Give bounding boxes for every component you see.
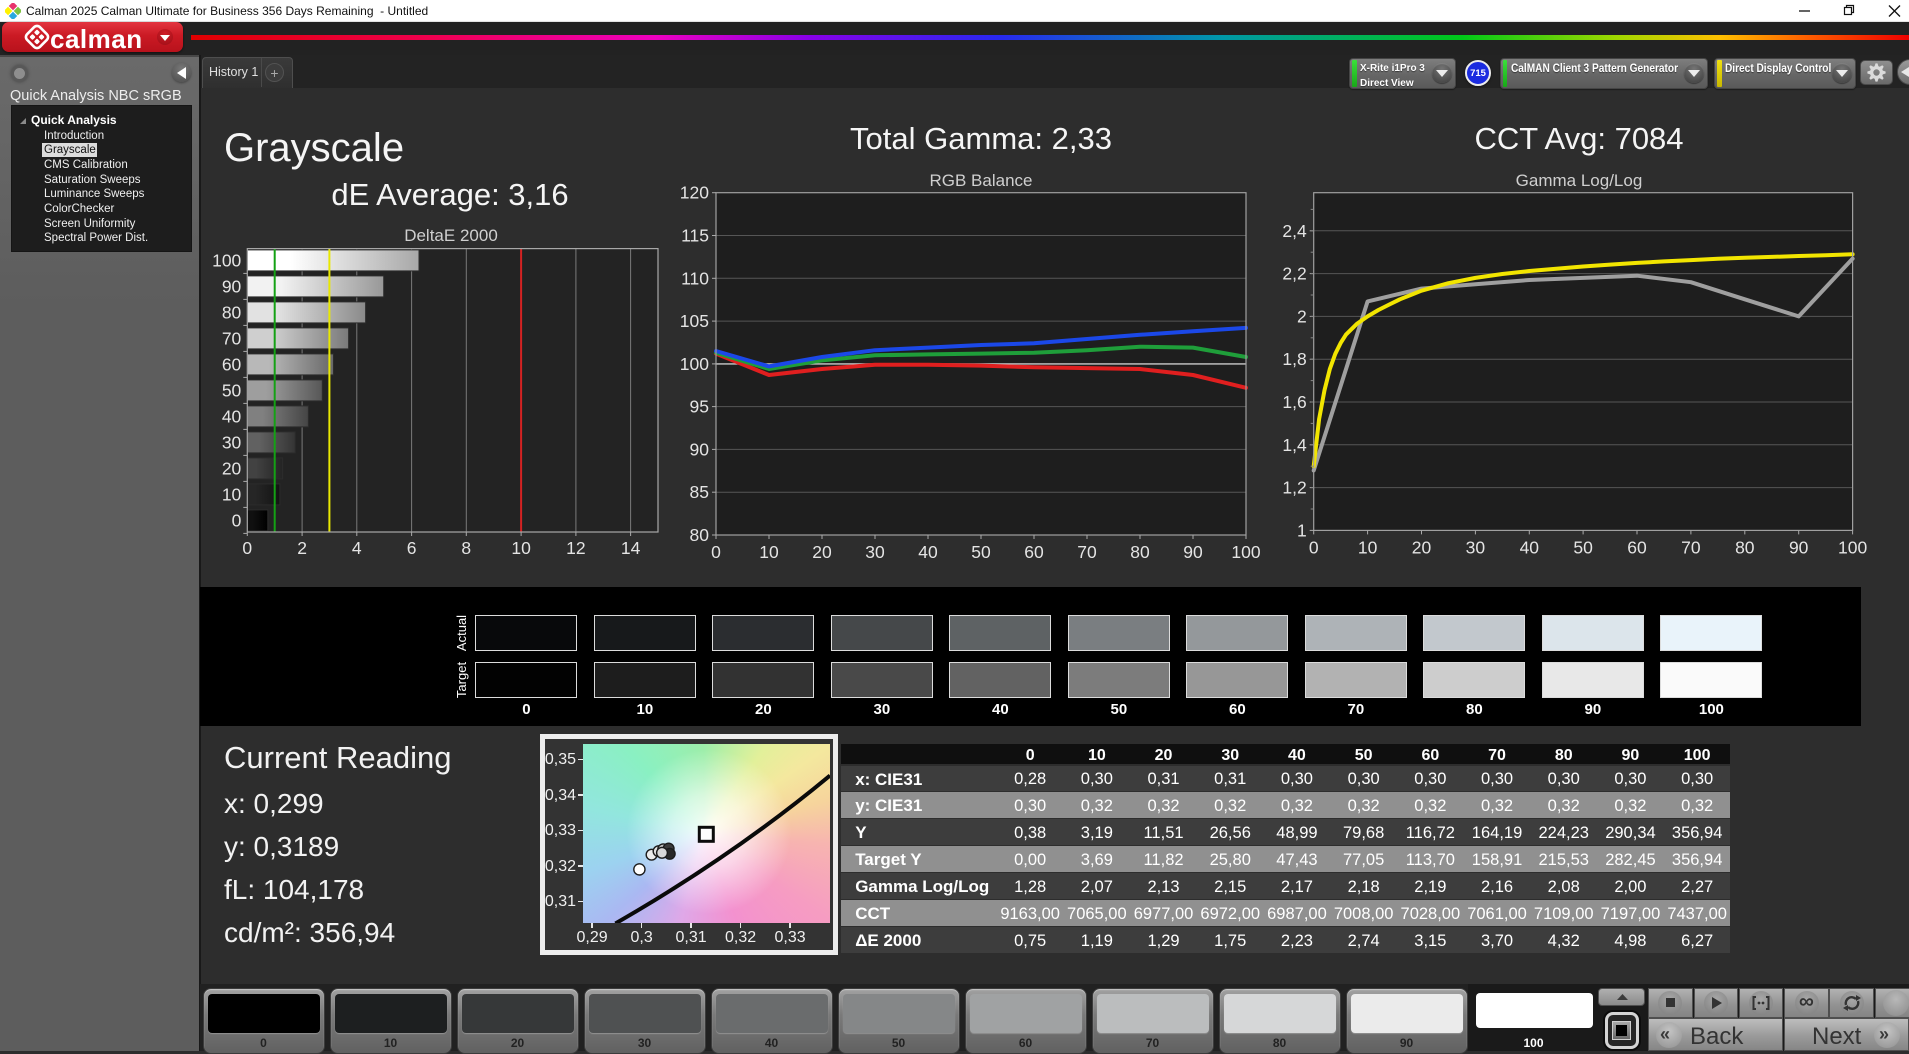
svg-text:80: 80 [1130,542,1150,562]
svg-text:60: 60 [1024,542,1044,562]
svg-text:1,2: 1,2 [1282,478,1306,498]
svg-text:2: 2 [1297,306,1307,326]
svg-text:10: 10 [222,484,242,504]
svg-text:0: 0 [1309,537,1319,557]
svg-text:10: 10 [511,538,531,558]
svg-text:10: 10 [759,542,779,562]
svg-text:0: 0 [242,538,252,558]
svg-text:2: 2 [297,538,307,558]
svg-text:80: 80 [222,302,242,322]
svg-text:8: 8 [461,538,471,558]
svg-text:120: 120 [680,183,709,203]
svg-text:90: 90 [222,276,242,296]
svg-text:20: 20 [222,458,242,478]
svg-text:1,8: 1,8 [1282,349,1306,369]
svg-text:100: 100 [1231,542,1260,562]
svg-text:6: 6 [407,538,417,558]
svg-text:1: 1 [1297,520,1307,540]
svg-text:70: 70 [1681,537,1701,557]
svg-text:30: 30 [1466,537,1486,557]
svg-text:14: 14 [621,538,641,558]
svg-text:1,4: 1,4 [1282,435,1307,455]
svg-text:30: 30 [865,542,885,562]
svg-text:0: 0 [232,510,242,530]
svg-text:0: 0 [711,542,721,562]
svg-text:1,6: 1,6 [1282,392,1306,412]
svg-text:50: 50 [222,380,242,400]
svg-text:90: 90 [690,439,710,459]
svg-text:2,2: 2,2 [1282,264,1306,284]
svg-text:100: 100 [212,250,241,270]
svg-text:40: 40 [222,406,242,426]
svg-text:20: 20 [1412,537,1432,557]
svg-text:40: 40 [918,542,938,562]
svg-text:80: 80 [690,525,710,545]
svg-text:100: 100 [680,354,709,374]
svg-text:110: 110 [681,268,709,288]
svg-text:80: 80 [1735,537,1755,557]
svg-text:4: 4 [352,538,362,558]
svg-text:70: 70 [1077,542,1097,562]
svg-text:12: 12 [566,538,585,558]
svg-text:10: 10 [1358,537,1378,557]
svg-text:50: 50 [971,542,991,562]
svg-text:2,4: 2,4 [1282,221,1307,241]
svg-text:30: 30 [222,432,242,452]
svg-text:20: 20 [812,542,832,562]
svg-text:50: 50 [1573,537,1593,557]
svg-text:60: 60 [1627,537,1647,557]
svg-text:115: 115 [681,226,709,246]
svg-text:70: 70 [222,328,242,348]
svg-text:105: 105 [680,311,709,331]
svg-text:85: 85 [690,482,709,502]
svg-text:100: 100 [1838,537,1867,557]
svg-text:90: 90 [1789,537,1809,557]
svg-text:95: 95 [690,397,709,417]
svg-text:90: 90 [1183,542,1203,562]
svg-text:40: 40 [1520,537,1540,557]
svg-text:60: 60 [222,354,242,374]
